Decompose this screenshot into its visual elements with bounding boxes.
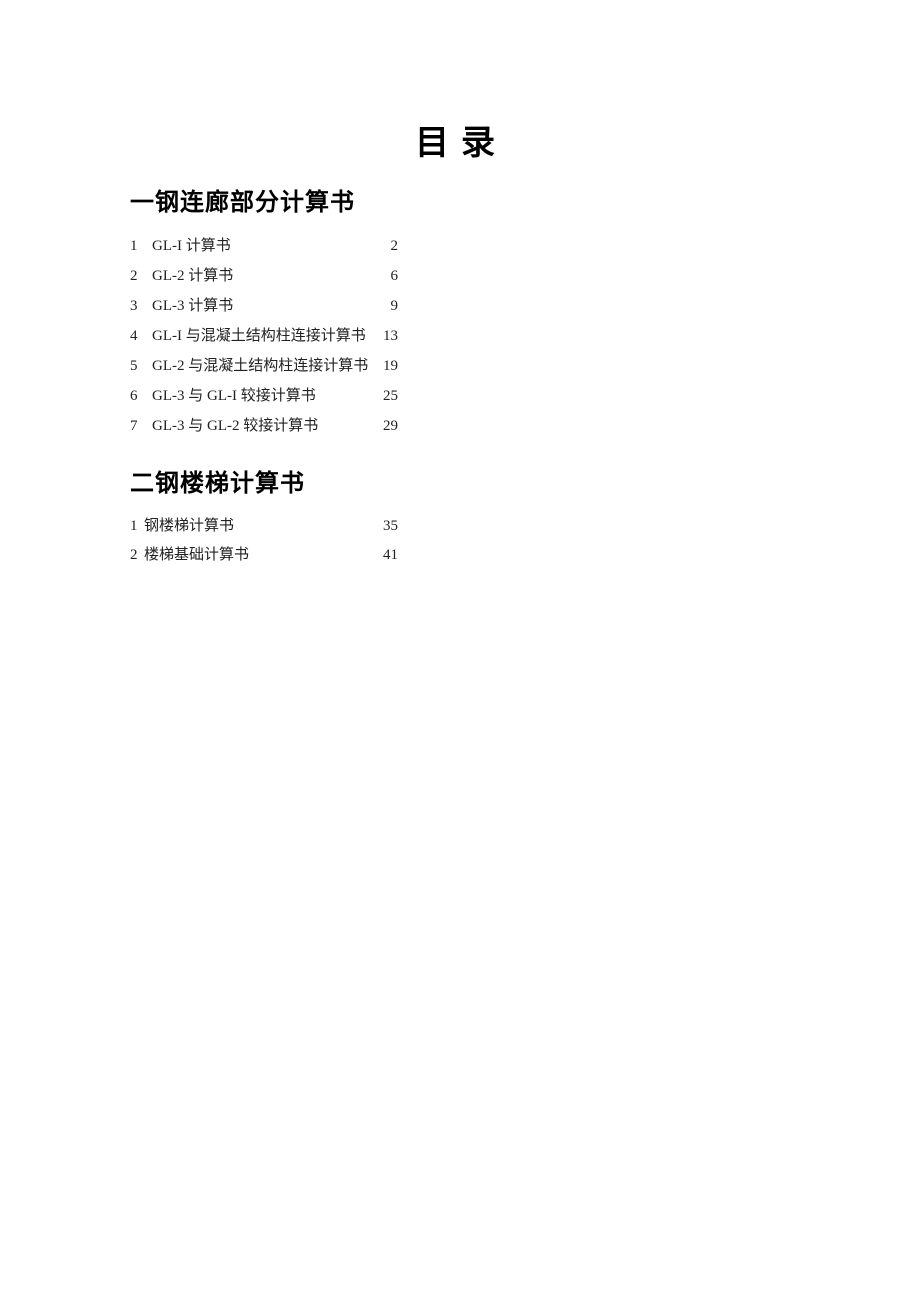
toc-label: 钢楼梯计算书 (144, 512, 234, 541)
toc-page: 41 (383, 541, 398, 570)
toc-num: 4 (130, 321, 152, 351)
toc-row: 5 GL-2 与混凝土结构柱连接计算书 19 (130, 351, 398, 381)
toc-page: 9 (391, 291, 399, 321)
toc-label: GL-3 与 GL-2 较接计算书 (152, 411, 318, 441)
toc-num: 6 (130, 381, 152, 411)
toc-row: 1 钢楼梯计算书 35 (130, 512, 398, 541)
toc-label: 楼梯基础计算书 (144, 541, 249, 570)
toc-row: 3 GL-3 计算书 9 (130, 291, 398, 321)
toc-label: GL-I 与混凝土结构柱连接计算书 (152, 321, 366, 351)
toc-page: 2 (391, 231, 399, 261)
toc-row: 1 GL-I 计算书 2 (130, 231, 398, 261)
toc-page: 29 (383, 411, 398, 441)
toc-list-2: 1 钢楼梯计算书 35 2 楼梯基础计算书 41 (130, 512, 398, 569)
section-heading-1: 一钢连廊部分计算书 (130, 182, 920, 217)
section-heading-2: 二钢楼梯计算书 (130, 463, 920, 498)
toc-label: GL-2 计算书 (152, 261, 233, 291)
toc-row: 2 GL-2 计算书 6 (130, 261, 398, 291)
toc-page: 6 (391, 261, 399, 291)
toc-num: 1 (130, 512, 144, 541)
toc-num: 1 (130, 231, 152, 261)
toc-label: GL-3 与 GL-I 较接计算书 (152, 381, 316, 411)
page-title: 目录 (415, 115, 920, 164)
toc-label: GL-2 与混凝土结构柱连接计算书 (152, 351, 368, 381)
toc-label: GL-3 计算书 (152, 291, 233, 321)
toc-row: 6 GL-3 与 GL-I 较接计算书 25 (130, 381, 398, 411)
toc-row: 7 GL-3 与 GL-2 较接计算书 29 (130, 411, 398, 441)
toc-page: 13 (383, 321, 398, 351)
toc-row: 2 楼梯基础计算书 41 (130, 541, 398, 570)
toc-page: 19 (383, 351, 398, 381)
document-page: 目录 一钢连廊部分计算书 1 GL-I 计算书 2 2 GL-2 计算书 6 3… (0, 0, 920, 569)
toc-num: 7 (130, 411, 152, 441)
toc-num: 2 (130, 261, 152, 291)
toc-label: GL-I 计算书 (152, 231, 231, 261)
toc-list-1: 1 GL-I 计算书 2 2 GL-2 计算书 6 3 GL-3 计算书 9 4… (130, 231, 398, 441)
toc-page: 35 (383, 512, 398, 541)
toc-page: 25 (383, 381, 398, 411)
toc-row: 4 GL-I 与混凝土结构柱连接计算书 13 (130, 321, 398, 351)
toc-num: 3 (130, 291, 152, 321)
toc-num: 2 (130, 541, 144, 570)
toc-num: 5 (130, 351, 152, 381)
